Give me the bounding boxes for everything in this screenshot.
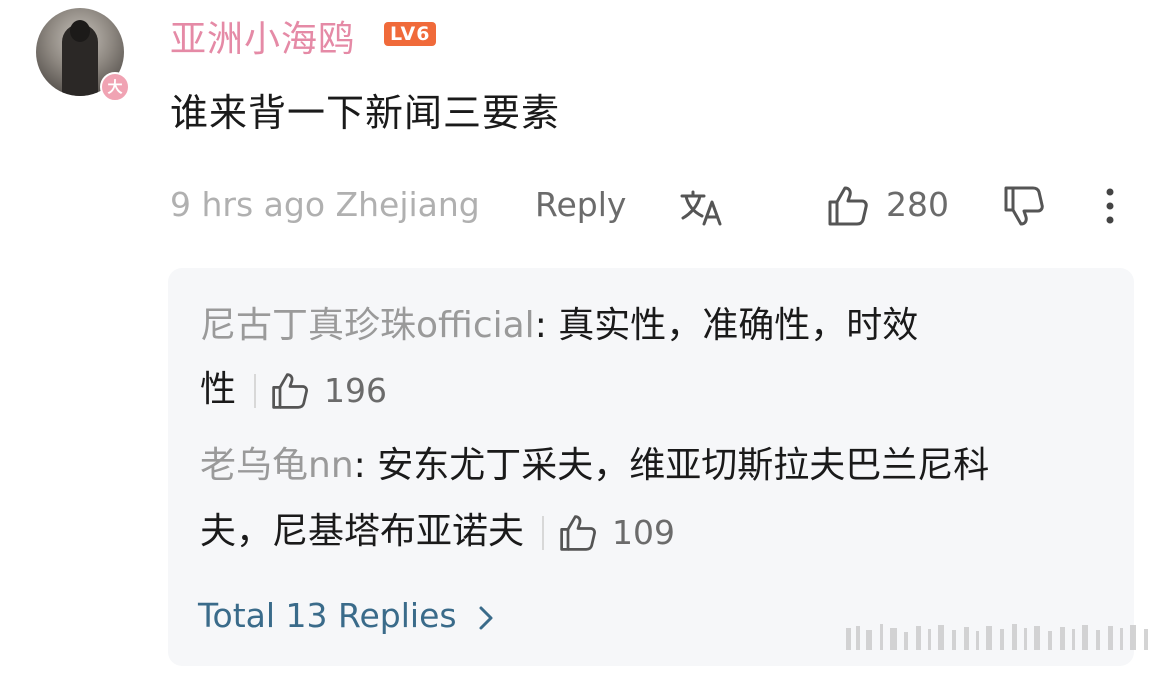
reply-1-author[interactable]: 尼古丁真珍珠official: [200, 305, 535, 346]
watermark: [846, 624, 1148, 650]
reply-2-separator: :: [353, 445, 378, 486]
comment-text: 谁来背一下新闻三要素: [170, 91, 561, 135]
total-replies-link[interactable]: Total 13 Replies: [198, 596, 495, 635]
avatar-badge: 大: [100, 72, 130, 102]
reply-1-text-line-1: 真实性，准确性，时效: [558, 305, 919, 346]
reply-1-like-count: 196: [324, 371, 388, 410]
reply-1-separator: :: [534, 305, 559, 346]
reply-2-text-line-2: 夫，尼基塔布亚诺夫: [200, 511, 525, 552]
reply-1-text-line-2: 性: [200, 369, 237, 410]
more-vertical-icon[interactable]: [1098, 186, 1122, 226]
reply-1-line-2: 性 196: [200, 360, 387, 421]
thumbs-down-icon[interactable]: [1002, 184, 1046, 228]
thumbs-up-icon[interactable]: [558, 513, 598, 553]
thumbs-up-icon[interactable]: [826, 184, 870, 228]
reply-2-line-1: 老乌龟nn: 安东尤丁采夫，维亚切斯拉夫巴兰尼科: [200, 436, 989, 496]
thumbs-up-icon[interactable]: [270, 371, 310, 411]
reply-2-line-2: 夫，尼基塔布亚诺夫 109: [200, 502, 675, 563]
reply-button[interactable]: Reply: [535, 185, 626, 224]
divider: [542, 516, 545, 550]
reply-2-author[interactable]: 老乌龟nn: [200, 445, 354, 486]
total-replies-label: Total 13 Replies: [198, 596, 457, 635]
reply-2-like-count: 109: [612, 513, 676, 552]
comment-item: 大 亚洲小海鸥 LV6 谁来背一下新闻三要素 9 hrs ago Zhejian…: [0, 0, 1170, 674]
reply-1-line-1: 尼古丁真珍珠official: 真实性，准确性，时效: [200, 296, 918, 356]
comment-meta: 9 hrs ago Zhejiang: [170, 185, 480, 224]
chevron-right-icon: [479, 606, 493, 629]
replies-panel: 尼古丁真珍珠official: 真实性，准确性，时效 性 196 老乌龟nn: 安…: [168, 268, 1134, 666]
translate-icon[interactable]: [680, 188, 724, 228]
username[interactable]: 亚洲小海鸥: [170, 10, 355, 62]
like-count: 280: [886, 185, 949, 224]
reply-2-text-line-1: 安东尤丁采夫，维亚切斯拉夫巴兰尼科: [377, 445, 990, 486]
level-badge: LV6: [384, 22, 437, 46]
divider: [254, 374, 257, 408]
avatar-head: [70, 20, 90, 42]
